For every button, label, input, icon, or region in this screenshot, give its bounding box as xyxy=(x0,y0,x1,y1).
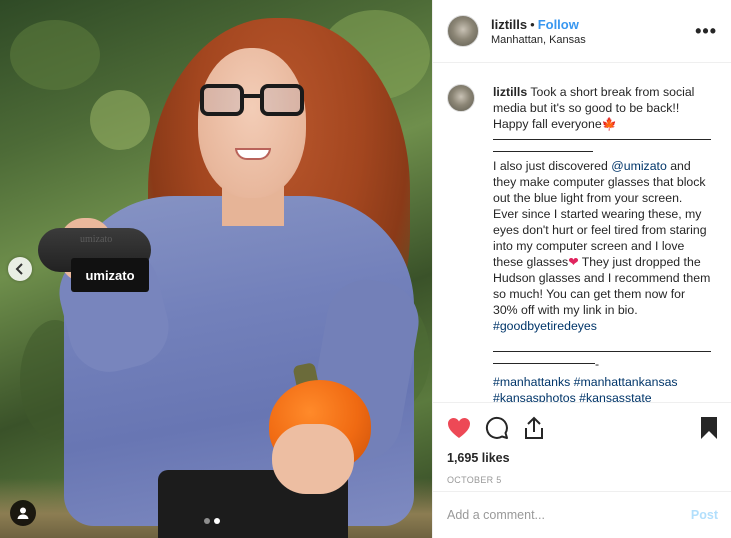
divider-line xyxy=(493,132,711,140)
save-button[interactable] xyxy=(700,416,718,440)
comment-form: Add a comment... Post xyxy=(433,491,731,538)
post-image[interactable]: umizato umizato xyxy=(0,0,432,538)
divider-line xyxy=(493,144,593,152)
likes-count[interactable]: 1,695 likes xyxy=(447,451,718,465)
location-link[interactable]: Manhattan, Kansas xyxy=(491,34,695,46)
caption-text-span: I also just discovered xyxy=(493,159,612,173)
carousel-prev-button[interactable] xyxy=(8,257,32,281)
avatar[interactable] xyxy=(447,15,479,47)
carousel-dot-active xyxy=(214,518,220,524)
mention-link[interactable]: @umizato xyxy=(611,159,667,173)
post-side-panel: liztills • Follow Manhattan, Kansas ••• li… xyxy=(432,0,731,538)
user-tag-icon xyxy=(17,507,29,519)
divider-line xyxy=(493,356,595,364)
hashtag-link[interactable]: #goodbyetiredeyes xyxy=(493,319,597,333)
eyeglasses xyxy=(200,84,304,118)
comment-button[interactable] xyxy=(485,416,509,440)
product-tag[interactable]: umizato xyxy=(71,258,149,292)
user-tags-button[interactable] xyxy=(10,500,36,526)
like-button[interactable] xyxy=(447,417,471,439)
carousel-dot xyxy=(204,518,210,524)
caption-paragraph: I also just discovered @umizato and they… xyxy=(493,158,711,334)
separator-dot: • xyxy=(530,16,535,32)
heart-emoji-icon: ❤ xyxy=(568,255,579,269)
caption-avatar[interactable] xyxy=(447,84,475,112)
hashtag-link[interactable]: #manhattanks xyxy=(493,375,570,389)
post-comment-button[interactable]: Post xyxy=(691,508,718,522)
hashtag-link[interactable]: #manhattankansas xyxy=(574,375,678,389)
post-actions: 1,695 likes OCTOBER 5 xyxy=(433,402,731,485)
foliage xyxy=(10,20,100,90)
post-header: liztills • Follow Manhattan, Kansas ••• xyxy=(433,0,731,63)
username-link[interactable]: liztills xyxy=(491,17,527,32)
comment-icon xyxy=(485,416,508,439)
hashtag-link[interactable]: #kansasphotos xyxy=(493,391,576,402)
caption-text-span: and they make computer glasses that bloc… xyxy=(493,159,707,269)
caption-area[interactable]: liztills Took a short break from social … xyxy=(433,64,731,402)
heart-icon xyxy=(448,418,470,438)
bookmark-icon xyxy=(701,417,717,439)
post-date[interactable]: OCTOBER 5 xyxy=(447,475,718,485)
foliage xyxy=(90,90,150,150)
hashtag-link[interactable]: #kansasstate xyxy=(579,391,651,402)
share-icon xyxy=(525,416,543,439)
carousel-indicator xyxy=(204,518,220,524)
caption-username[interactable]: liztills xyxy=(493,85,527,99)
comment-input[interactable]: Add a comment... xyxy=(447,508,691,522)
person-face xyxy=(198,48,306,198)
maple-leaf-icon: 🍁 xyxy=(601,117,617,131)
share-button[interactable] xyxy=(523,416,545,440)
glasses-case-brand: umizato xyxy=(80,234,113,245)
more-options-icon[interactable]: ••• xyxy=(695,21,717,42)
header-text: liztills • Follow Manhattan, Kansas xyxy=(491,17,695,46)
caption-text: liztills Took a short break from social … xyxy=(493,84,711,402)
chevron-left-icon xyxy=(15,263,23,275)
dash-text: - xyxy=(595,357,600,371)
follow-button[interactable]: Follow xyxy=(538,17,579,32)
person-hand xyxy=(272,424,354,494)
divider-line xyxy=(493,344,711,352)
